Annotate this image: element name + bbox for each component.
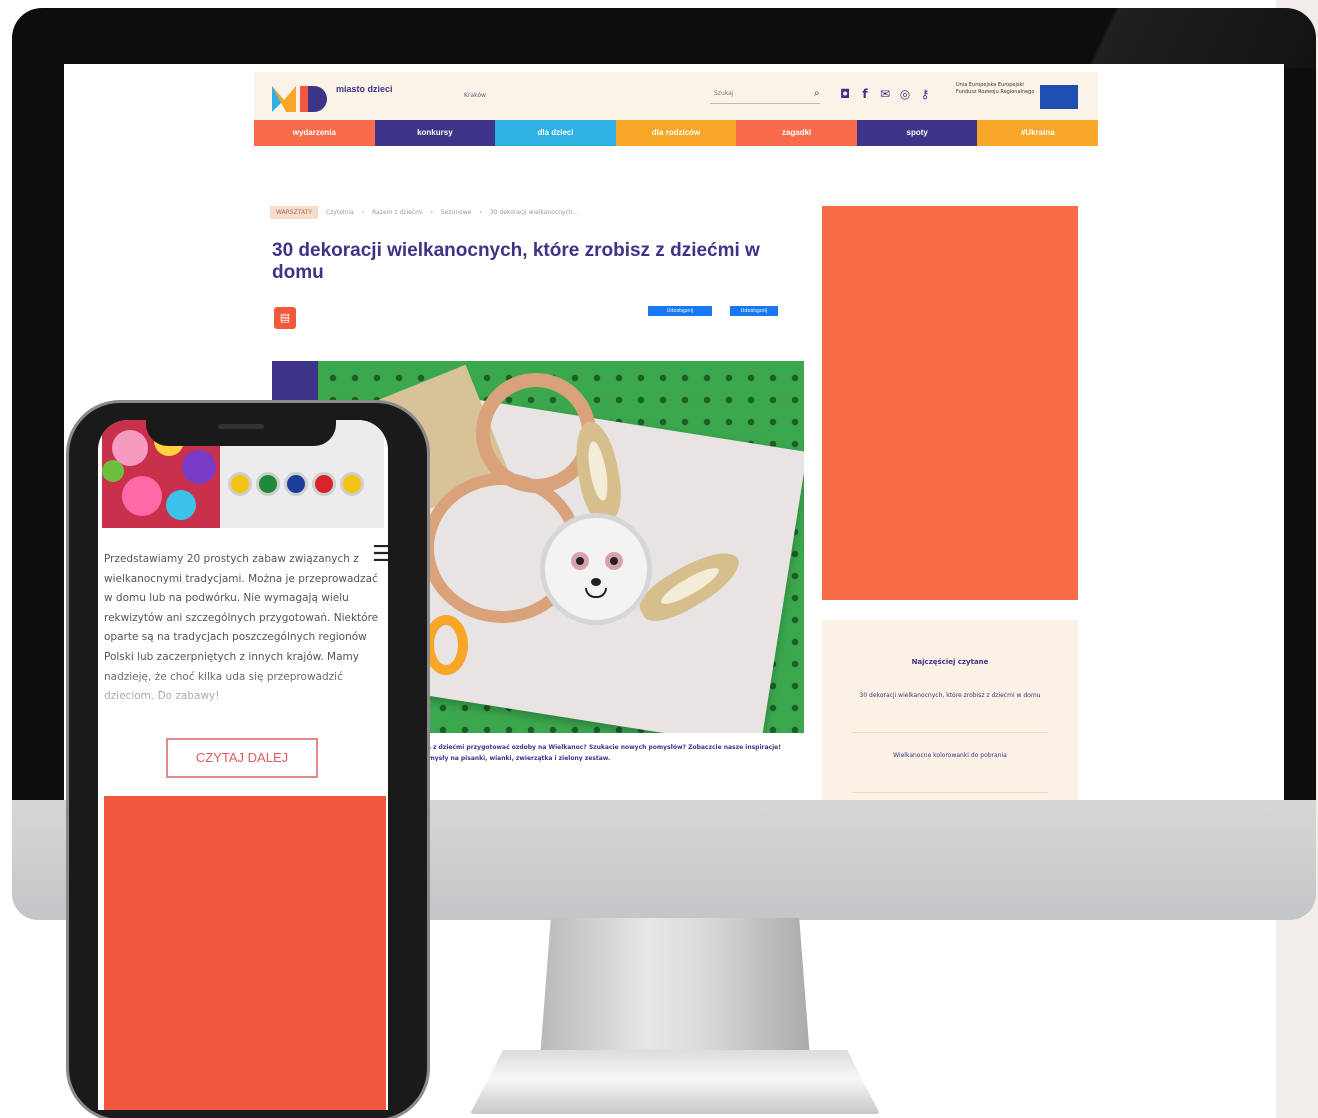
location-selector[interactable]: Kraków <box>464 92 486 99</box>
photo-corner <box>272 361 318 401</box>
nav-item-dla-rodzicow[interactable]: dla rodziców <box>615 120 737 146</box>
most-read-item[interactable]: Wielkanocne kolorowanki do pobrania <box>852 750 1048 761</box>
site-logo-text[interactable]: miasto dzieci <box>336 84 393 94</box>
mail-icon[interactable]: ✉ <box>878 87 892 101</box>
mobile-ad[interactable] <box>104 796 386 1110</box>
site-header: miasto dzieci Kraków Szukaj ⌕ ◘ f ✉ ◎ ⚷ … <box>254 72 1098 120</box>
divider <box>852 732 1048 733</box>
eu-funding-text: Unia Europejska Europejski Fundusz Rozwo… <box>956 82 1035 95</box>
share-button[interactable]: Udostępnij <box>730 306 778 316</box>
article-lead: ...a z dziećmi przygotować ozdoby na Wie… <box>420 744 781 762</box>
nav-item-ukraina[interactable]: #Ukraina <box>977 120 1099 146</box>
paint-pot <box>284 472 308 496</box>
nav-item-konkursy[interactable]: konkursy <box>374 120 496 146</box>
nav-item-dla-dzieci[interactable]: dla dzieci <box>495 120 616 146</box>
instagram-icon[interactable]: ◘ <box>838 87 852 101</box>
facebook-icon[interactable]: f <box>858 87 872 101</box>
paint-pot <box>312 472 336 496</box>
paint-pot <box>256 472 280 496</box>
imac-stand-neck <box>540 918 810 1058</box>
key-icon[interactable]: ⚷ <box>918 87 932 101</box>
main-navigation: wydarzenia konkursy dla dzieci dla rodzi… <box>254 120 1099 146</box>
breadcrumb-item-current: 30 dekoracji wielkanocnych... <box>489 208 579 216</box>
most-read-box: Najczęściej czytane 30 dekoracji wielkan… <box>822 620 1078 800</box>
nav-item-spoty[interactable]: spoty <box>856 120 978 146</box>
imac-gloss <box>960 8 1318 68</box>
bunny-face <box>540 513 652 625</box>
paint-pot <box>228 472 252 496</box>
site-logo-icon[interactable] <box>272 82 332 112</box>
breadcrumb: WARSZTATY Czytelnia › Razem z dziećmi › Se… <box>270 204 760 220</box>
location-icon[interactable]: ◎ <box>898 87 912 101</box>
paint-pot <box>340 472 364 496</box>
most-read-item[interactable]: 30 dekoracji wielkanocnych, które zrobis… <box>852 690 1048 701</box>
article-title: 30 dekoracji wielkanocnych, które zrobis… <box>272 240 760 283</box>
breadcrumb-item[interactable]: Czytelnia <box>326 209 354 216</box>
text-fade <box>98 670 388 730</box>
divider <box>852 792 1048 793</box>
search-input[interactable]: Szukaj <box>710 90 820 104</box>
author-calendar-icon: ▤ <box>274 307 296 329</box>
search-icon[interactable]: ⌕ <box>814 88 820 99</box>
sidebar-ad[interactable] <box>822 206 1078 600</box>
imac-stand-foot <box>470 1050 880 1114</box>
scissors <box>424 615 468 675</box>
breadcrumb-item[interactable]: Razem z dziećmi <box>372 209 423 216</box>
most-read-heading: Najczęściej czytane <box>911 658 989 666</box>
category-tag[interactable]: WARSZTATY <box>270 205 318 219</box>
social-icons: ◘ f ✉ ◎ ⚷ <box>838 87 932 101</box>
facebook-share-button[interactable]: Udostępnij <box>648 306 712 316</box>
mobile-webpage: ☰ Przedstawiamy 20 prostych zabaw związa… <box>98 420 388 1110</box>
phone-speaker <box>218 424 264 429</box>
nav-item-zagadki[interactable]: zagadki <box>736 120 857 146</box>
read-more-button[interactable]: CZYTAJ DALEJ <box>166 738 318 778</box>
breadcrumb-item[interactable]: Sezonowe <box>441 209 471 216</box>
nav-item-wydarzenia[interactable]: wydarzenia <box>254 120 375 146</box>
device-mockup-scene: miasto dzieci Kraków Szukaj ⌕ ◘ f ✉ ◎ ⚷ … <box>0 0 1318 1118</box>
eu-flag-icon <box>1040 85 1078 109</box>
